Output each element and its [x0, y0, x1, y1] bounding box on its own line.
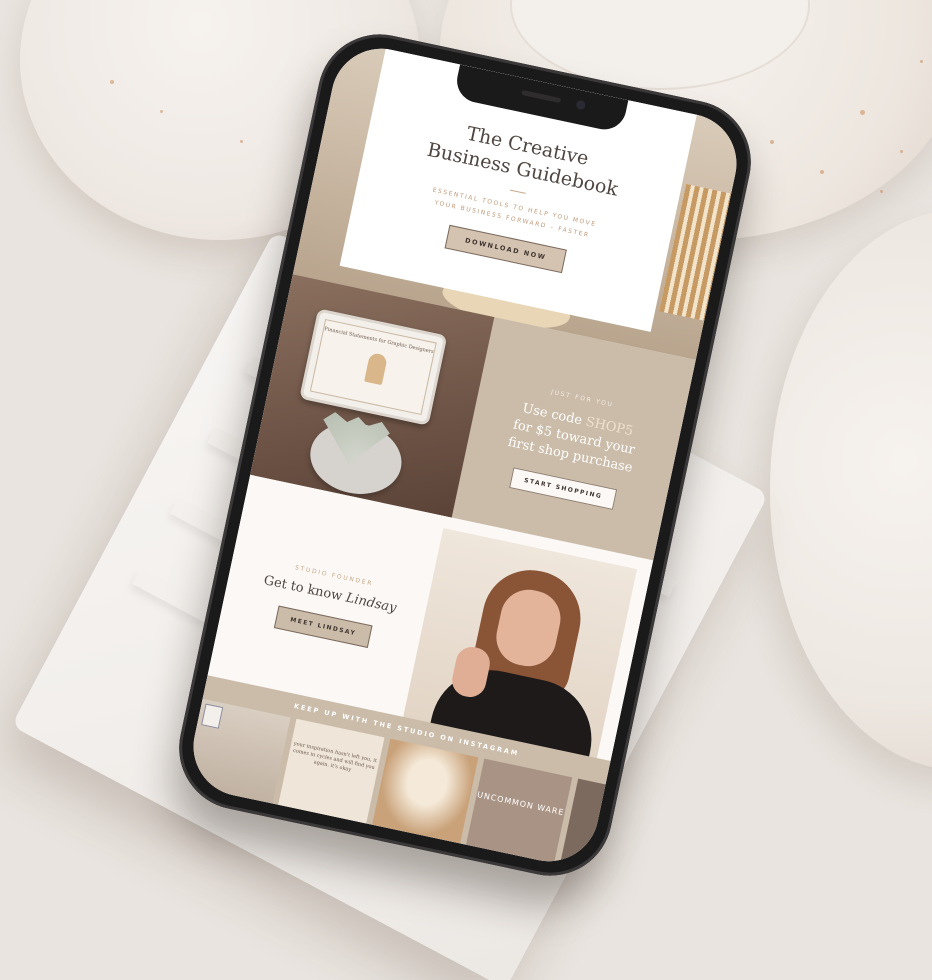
hero-title: The Creative Business Guidebook	[425, 122, 620, 201]
meet-lindsay-button[interactable]: MEET LINDSAY	[274, 605, 373, 648]
tablet-mockup: Financial Statements for Graphic Designe…	[299, 308, 448, 426]
tablet-title: Financial Statements for Graphic Designe…	[323, 326, 435, 356]
instagram-tile[interactable]: UNCOMMON WARE	[465, 758, 573, 864]
promo-headline: Use code SHOP5 for $5 toward your first …	[506, 401, 637, 476]
instagram-tile[interactable]	[372, 738, 479, 844]
product-photo: Financial Statements for Graphic Designe…	[250, 274, 495, 518]
instagram-tile[interactable]	[184, 698, 291, 804]
ceramic-plate	[770, 210, 932, 770]
instagram-tile[interactable]: your inspiration hasn't left you, it com…	[278, 718, 385, 824]
product-photo-scene: The Creative Business Guidebook ESSENTIA…	[0, 0, 932, 980]
start-shopping-button[interactable]: START SHOPPING	[509, 467, 617, 510]
